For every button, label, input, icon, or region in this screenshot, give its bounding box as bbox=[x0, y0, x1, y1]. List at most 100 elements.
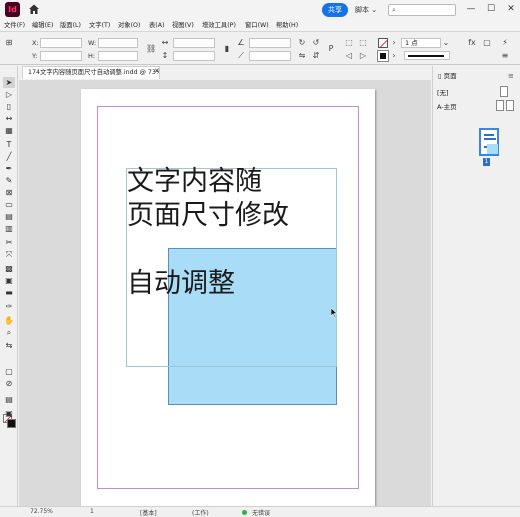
preflight-status[interactable]: 无错误 bbox=[252, 508, 270, 517]
grid-tool-icon[interactable]: ▥ bbox=[3, 223, 15, 234]
document-page[interactable]: 文字内容随 页面尺寸修改 自动调整 bbox=[81, 89, 375, 506]
rectangle-frame-tool-icon[interactable]: ⊠ bbox=[3, 187, 15, 198]
content-collector-icon[interactable]: ▦ bbox=[3, 125, 15, 136]
maximize-button[interactable]: ☐ bbox=[484, 2, 498, 16]
stroke-weight-field[interactable]: 1 点 bbox=[401, 38, 441, 48]
master-page-icon[interactable] bbox=[500, 86, 508, 97]
rectangle-tool-icon[interactable]: ▭ bbox=[3, 199, 15, 210]
apply-none-icon[interactable]: ⊘ bbox=[3, 378, 15, 389]
default-colors-icon[interactable]: ⇆ bbox=[3, 340, 15, 351]
work-label[interactable]: (工作) bbox=[192, 508, 209, 517]
quick-apply-icon[interactable]: ⚡ bbox=[500, 38, 510, 48]
select-previous-icon[interactable]: ◁ bbox=[344, 51, 354, 61]
direct-selection-tool-icon[interactable]: ▷ bbox=[3, 89, 15, 100]
rotate-field[interactable] bbox=[249, 38, 291, 48]
chevron-down-icon[interactable]: › bbox=[389, 51, 399, 61]
close-window-button[interactable]: ✕ bbox=[504, 2, 518, 16]
rotate-cw-icon[interactable]: ↻ bbox=[297, 38, 307, 48]
flip-vertical-icon[interactable]: ⇵ bbox=[311, 51, 321, 61]
scale-y-field[interactable] bbox=[173, 51, 215, 61]
effects-icon[interactable]: fx bbox=[467, 38, 477, 48]
gradient-feather-tool-icon[interactable]: ▣ bbox=[3, 275, 15, 286]
close-tab-icon[interactable]: ✕ bbox=[154, 67, 160, 75]
height-field[interactable] bbox=[98, 51, 138, 61]
flip-icon[interactable]: P bbox=[326, 44, 336, 54]
pages-tab[interactable]: ▯ 页面 bbox=[436, 70, 466, 82]
line-tool-icon[interactable]: ╱ bbox=[3, 151, 15, 162]
view-mode-icon[interactable]: ▣ bbox=[3, 408, 15, 419]
zoom-tool-icon[interactable]: ⌕ bbox=[3, 327, 15, 338]
type-tool-icon[interactable]: T bbox=[3, 139, 15, 150]
menu-file[interactable]: 文件(F) bbox=[4, 20, 25, 29]
y-field[interactable] bbox=[40, 51, 82, 61]
rotate-ccw-icon[interactable]: ↺ bbox=[311, 38, 321, 48]
selection-tool-icon[interactable]: ➤ bbox=[3, 77, 15, 88]
document-tab[interactable]: 174文字内容随页面尺寸自动调整.indd @ 73% bbox=[22, 66, 160, 79]
none-master-label[interactable]: [无] bbox=[437, 87, 449, 97]
minimize-button[interactable]: — bbox=[464, 2, 478, 16]
constrain-scale-icon[interactable]: ▮ bbox=[222, 44, 232, 54]
chevron-down-icon[interactable]: › bbox=[389, 38, 399, 48]
pencil-tool-icon[interactable]: ✎ bbox=[3, 175, 15, 186]
drop-shadow-icon[interactable]: ▢ bbox=[482, 38, 492, 48]
panel-menu-icon[interactable]: ≡ bbox=[508, 72, 514, 80]
stroke-type-dropdown[interactable] bbox=[404, 51, 450, 60]
menu-type[interactable]: 文字(T) bbox=[89, 20, 110, 29]
hand-tool-icon[interactable]: ✋ bbox=[3, 315, 15, 326]
document-canvas[interactable]: 文字内容随 页面尺寸修改 自动调整 bbox=[19, 80, 431, 506]
note-tool-icon[interactable]: ▬ bbox=[3, 287, 15, 298]
free-transform-tool-icon[interactable]: ⤧ bbox=[3, 249, 15, 260]
thumbnail-text-line bbox=[484, 138, 496, 140]
screen-mode-icon[interactable]: ▤ bbox=[3, 394, 15, 405]
home-icon[interactable] bbox=[28, 3, 40, 15]
menu-layout[interactable]: 版面(L) bbox=[60, 20, 81, 29]
master-page-right-icon[interactable] bbox=[506, 100, 514, 111]
eyedropper-tool-icon[interactable]: ✑ bbox=[3, 301, 15, 312]
menu-window[interactable]: 窗口(W) bbox=[245, 20, 269, 29]
menu-object[interactable]: 对象(O) bbox=[118, 20, 140, 29]
table-tool-icon[interactable]: ▤ bbox=[3, 211, 15, 222]
shear-icon: ⟋ bbox=[238, 51, 244, 60]
menu-plugins[interactable]: 增效工具(P) bbox=[202, 20, 236, 29]
page-tool-icon[interactable]: ▯ bbox=[3, 101, 15, 112]
x-field[interactable] bbox=[40, 38, 82, 48]
constrain-proportions-icon[interactable]: ⛓ bbox=[146, 44, 156, 54]
scissors-tool-icon[interactable]: ✂ bbox=[3, 237, 15, 248]
gap-tool-icon[interactable]: ↔ bbox=[3, 113, 15, 124]
chevron-down-icon[interactable]: ⌄ bbox=[441, 38, 451, 48]
width-field[interactable] bbox=[98, 38, 138, 48]
gradient-swatch-tool-icon[interactable]: ▩ bbox=[3, 263, 15, 274]
shear-field[interactable] bbox=[249, 51, 291, 61]
select-next-icon[interactable]: ▷ bbox=[358, 51, 368, 61]
frame-text-content[interactable]: 文字内容随 页面尺寸修改 自动调整 bbox=[127, 165, 289, 301]
base-label[interactable]: [基本] bbox=[140, 508, 157, 517]
master-page-left-icon[interactable] bbox=[496, 100, 504, 111]
page-number-field[interactable]: 1 bbox=[90, 508, 94, 515]
stroke-color-swatch[interactable] bbox=[377, 50, 389, 62]
reference-point-icon[interactable]: ⊞ bbox=[4, 38, 14, 48]
zoom-level[interactable]: 72.75% bbox=[30, 508, 53, 515]
a-master-label[interactable]: A-主页 bbox=[437, 101, 457, 111]
fill-none-swatch[interactable] bbox=[378, 38, 388, 48]
menu-table[interactable]: 表(A) bbox=[149, 20, 165, 29]
pen-tool-icon[interactable]: ✒ bbox=[3, 163, 15, 174]
menu-edit[interactable]: 编辑(E) bbox=[32, 20, 54, 29]
menu-view[interactable]: 视图(V) bbox=[172, 20, 194, 29]
workspace-dropdown[interactable]: 脚本 ⌄ bbox=[355, 3, 377, 17]
flip-horizontal-icon[interactable]: ⇋ bbox=[297, 51, 307, 61]
w-label: W: bbox=[88, 39, 97, 47]
stroke-swatch-icon[interactable] bbox=[7, 419, 16, 428]
select-container-icon[interactable]: ⬚ bbox=[344, 38, 354, 48]
frame-text-line: 文字内容随 bbox=[127, 166, 262, 197]
control-bar: ⊞ X: Y: W: H: ⛓ ↔ ↕ ▮ ∠ ⟋ ↻ ↺ P ⇋ ⇵ ⬚ ⬚ … bbox=[0, 31, 520, 65]
select-content-icon[interactable]: ⬚ bbox=[358, 38, 368, 48]
panel-menu-icon[interactable]: ≡ bbox=[500, 51, 510, 61]
search-icon: ⌕ bbox=[392, 6, 396, 14]
page-thumbnail[interactable] bbox=[479, 128, 499, 156]
formatting-container-icon[interactable]: ▢ bbox=[3, 366, 15, 377]
search-input[interactable]: ⌕ bbox=[388, 4, 456, 16]
menu-help[interactable]: 帮助(H) bbox=[276, 20, 298, 29]
rotate-icon: ∠ bbox=[237, 38, 245, 47]
share-button[interactable]: 共享 bbox=[322, 3, 348, 17]
scale-x-field[interactable] bbox=[173, 38, 215, 48]
